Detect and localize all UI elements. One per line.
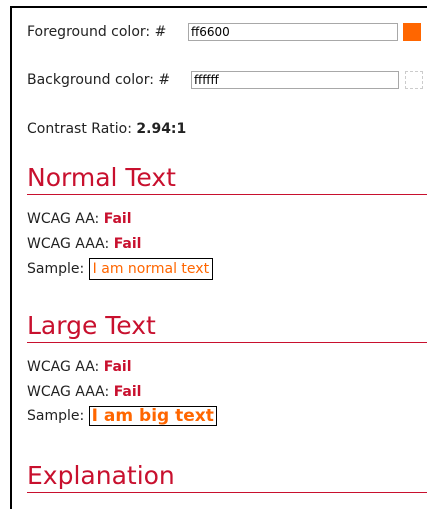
explanation-heading: Explanation	[27, 462, 427, 493]
large-wcag-aa: WCAG AA: Fail	[27, 359, 132, 375]
large-text-heading: Large Text	[27, 312, 427, 343]
foreground-row: Foreground color: #	[27, 24, 166, 40]
large-wcag-aaa: WCAG AAA: Fail	[27, 384, 141, 400]
background-row: Background color: #	[27, 72, 170, 88]
normal-text-heading: Normal Text	[27, 164, 427, 195]
background-hash: #	[158, 72, 171, 88]
contrast-ratio-value: 2.94:1	[136, 121, 187, 137]
contrast-checker-panel: Foreground color: # Background color: # …	[10, 6, 427, 509]
normal-aa-result: Fail	[103, 211, 132, 227]
background-label: Background color:	[27, 72, 154, 88]
foreground-hash: #	[154, 24, 167, 40]
large-aaa-label: WCAG AAA:	[27, 384, 110, 400]
foreground-color-swatch[interactable]	[403, 23, 421, 41]
normal-aaa-result: Fail	[113, 236, 142, 252]
normal-sample-label: Sample:	[27, 261, 85, 277]
normal-wcag-aaa: WCAG AAA: Fail	[27, 236, 141, 252]
large-sample-row: Sample: I am big text	[27, 406, 217, 426]
large-aa-result: Fail	[103, 359, 132, 375]
background-color-input[interactable]	[191, 71, 399, 89]
large-aa-label: WCAG AA:	[27, 359, 100, 375]
normal-aaa-label: WCAG AAA:	[27, 236, 110, 252]
background-color-swatch[interactable]	[405, 71, 423, 89]
large-text-sample: I am big text	[88, 406, 217, 426]
contrast-ratio: Contrast Ratio: 2.94:1	[27, 121, 186, 137]
normal-sample-row: Sample: I am normal text	[27, 258, 214, 280]
foreground-label: Foreground color:	[27, 24, 151, 40]
foreground-color-input[interactable]	[188, 23, 398, 41]
large-aaa-result: Fail	[113, 384, 142, 400]
normal-wcag-aa: WCAG AA: Fail	[27, 211, 132, 227]
normal-aa-label: WCAG AA:	[27, 211, 100, 227]
normal-text-sample: I am normal text	[88, 258, 214, 280]
contrast-ratio-label: Contrast Ratio:	[27, 121, 132, 137]
large-sample-label: Sample:	[27, 408, 85, 424]
